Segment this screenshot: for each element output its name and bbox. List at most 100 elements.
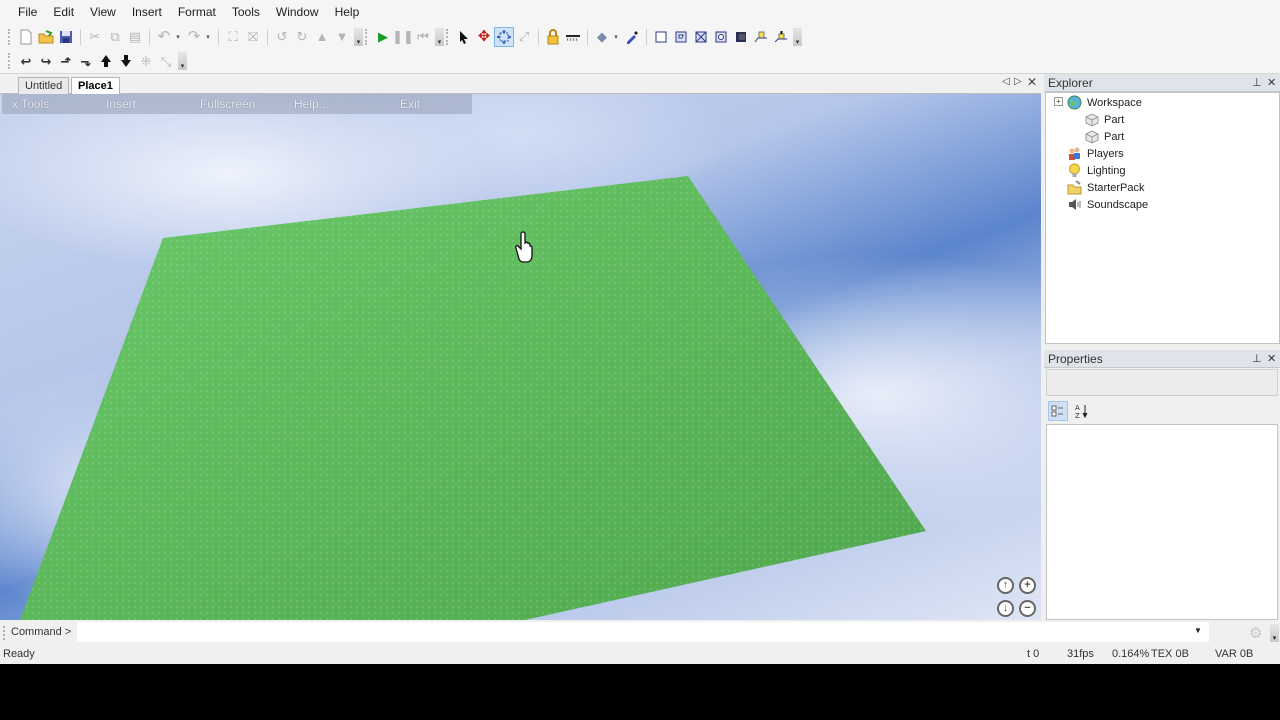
command-bar-grip[interactable] [3,626,5,640]
scroll-tabs-left-icon[interactable]: ◁ [1002,76,1010,87]
menu-format[interactable]: Format [170,0,224,24]
folder-icon [1067,180,1082,195]
scroll-tabs-right-icon[interactable]: ▷ [1014,76,1022,87]
cut-icon[interactable]: ✂ [85,27,105,47]
viewport-menu-fullscreen[interactable]: Fullscreen [200,97,255,111]
pin-icon[interactable]: ⊥ [1252,350,1262,368]
redo-icon[interactable]: ↷ [184,27,204,47]
save-icon[interactable] [56,27,76,47]
close-panel-icon[interactable]: ✕ [1267,74,1276,92]
undo-dropdown-icon[interactable]: ▾ [174,33,182,41]
tree-item-part[interactable]: Part [1084,111,1124,128]
zoom-out-icon[interactable]: − [1019,600,1036,617]
zoom-in-icon[interactable]: + [1019,577,1036,594]
copy-icon[interactable]: ⧉ [105,27,125,47]
surface-smooth-icon[interactable] [651,27,671,47]
status-time: t 0 [1027,648,1040,660]
surface-hinge-icon[interactable] [751,27,771,47]
surface-glue-icon[interactable] [671,27,691,47]
look-at-icon[interactable]: ⤡ [156,51,176,71]
viewport-menu-tools[interactable]: x Tools [12,97,49,111]
viewport-menu-exit[interactable]: Exit [400,97,420,111]
toolbar-grip[interactable] [365,28,369,45]
toolbar-grip[interactable] [8,53,12,69]
camera-tilt-up-icon[interactable]: ⬏ [56,51,76,71]
camera-pan-right-icon[interactable]: ↪ [36,51,56,71]
tab-place1[interactable]: Place1 [71,77,120,94]
menu-view[interactable]: View [82,0,124,24]
lock-icon[interactable] [543,27,563,47]
expand-icon[interactable]: + [1054,97,1063,106]
ungroup-icon[interactable]: ⛝ [243,27,263,47]
rotate-left-icon[interactable]: ↺ [272,27,292,47]
toolbar-overflow-button[interactable]: ▾ [354,27,363,46]
camera-pan-left-icon[interactable]: ↩ [16,51,36,71]
undo-icon[interactable]: ↶ [154,27,174,47]
dropper-icon[interactable] [622,27,642,47]
move-down-icon[interactable]: ▼ [332,27,352,47]
viewport-menu-help[interactable]: Help... [294,97,329,111]
globe-icon [1067,95,1082,110]
tree-item-soundscape[interactable]: Soundscape [1067,196,1148,213]
menu-insert[interactable]: Insert [124,0,170,24]
anchor-icon[interactable] [563,27,583,47]
surface-studs-icon[interactable] [711,27,731,47]
pin-icon[interactable]: ⊥ [1252,74,1262,92]
surface-motor-icon[interactable] [771,27,791,47]
reset-icon[interactable]: ⏮ [413,27,433,47]
camera-up-icon[interactable]: ↑ [997,577,1014,594]
tree-item-workspace[interactable]: Workspace [1067,94,1142,111]
toolbar-grip[interactable] [446,28,450,45]
open-icon[interactable] [36,27,56,47]
gear-icon[interactable]: ⚙ [1249,624,1262,642]
close-document-icon[interactable]: ✕ [1027,75,1037,89]
tree-item-lighting[interactable]: Lighting [1067,162,1126,179]
toolbar-grip[interactable] [8,28,12,45]
command-bar-overflow-button[interactable]: ▾ [1270,624,1279,642]
play-icon[interactable]: ▶ [373,27,393,47]
redo-dropdown-icon[interactable]: ▾ [204,33,212,41]
baseplate[interactable] [0,94,1041,620]
tree-item-label: Part [1104,113,1125,126]
group-icon[interactable]: ⛶ [223,27,243,47]
move-up-icon[interactable]: ▲ [312,27,332,47]
rotate-right-icon[interactable]: ↻ [292,27,312,47]
toolbar-overflow-button[interactable]: ▾ [793,27,802,46]
paste-icon[interactable]: ▤ [125,27,145,47]
toolbar-separator [218,28,219,45]
toolbar-overflow-button[interactable]: ▾ [435,27,444,46]
resize-icon[interactable] [494,26,514,47]
command-input[interactable] [77,622,1209,642]
zoom-extents-icon[interactable]: ⁜ [136,51,156,71]
categorized-view-icon[interactable] [1048,401,1068,421]
tree-item-players[interactable]: Players [1067,145,1124,162]
menu-bar: File Edit View Insert Format Tools Windo… [0,0,1280,24]
scale-icon[interactable]: ⤢ [514,27,534,47]
camera-zoom-out-icon[interactable] [116,51,136,71]
alphabetical-sort-icon[interactable]: AZ [1071,401,1091,421]
paint-dropdown-icon[interactable]: ▾ [612,33,620,41]
new-icon[interactable] [16,27,36,47]
menu-file[interactable]: File [10,0,45,24]
camera-zoom-in-icon[interactable] [96,51,116,71]
tree-item-part[interactable]: Part [1084,128,1124,145]
viewport-menu-insert[interactable]: Insert [106,97,136,111]
close-panel-icon[interactable]: ✕ [1267,350,1276,368]
select-icon[interactable] [454,27,474,47]
tree-item-starterpack[interactable]: StarterPack [1067,179,1144,196]
menu-help[interactable]: Help [327,0,368,24]
surface-inlet-icon[interactable] [731,27,751,47]
3d-viewport[interactable]: x Tools Insert Fullscreen Help... Exit ↑… [0,94,1041,620]
camera-tilt-down-icon[interactable]: ⬎ [76,51,96,71]
surface-weld-icon[interactable] [691,27,711,47]
menu-tools[interactable]: Tools [224,0,268,24]
menu-window[interactable]: Window [268,0,327,24]
move-icon[interactable]: ✥ [474,27,494,47]
tab-untitled[interactable]: Untitled [18,77,70,94]
paint-bucket-icon[interactable]: ◆ [592,27,612,47]
pause-icon[interactable]: ❚❚ [392,27,414,47]
camera-down-icon[interactable]: ↓ [997,600,1014,617]
toolbar-overflow-button[interactable]: ▾ [178,52,187,70]
command-history-dropdown-icon[interactable]: ▼ [1194,626,1202,635]
menu-edit[interactable]: Edit [45,0,82,24]
